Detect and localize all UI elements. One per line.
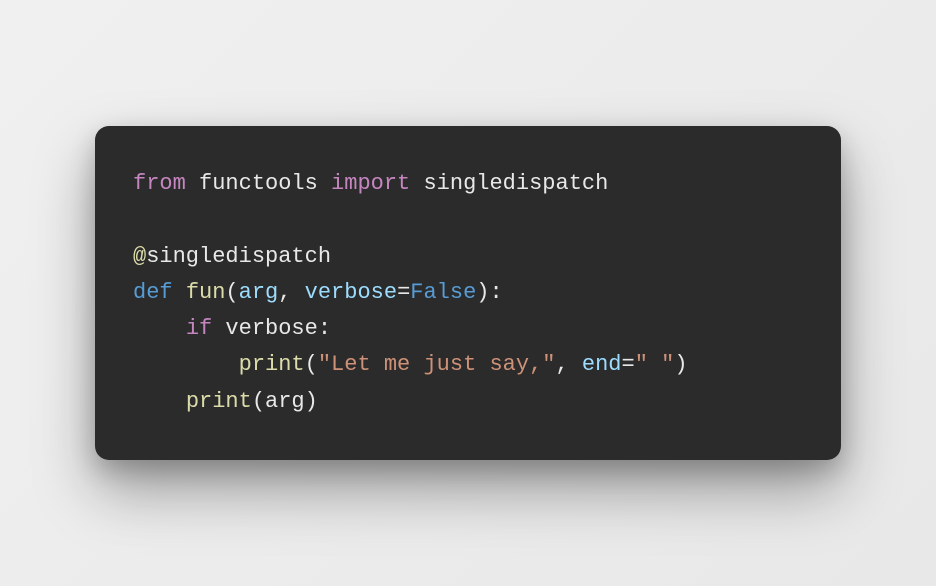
colon: :	[318, 316, 331, 341]
keyword-if: if	[186, 316, 212, 341]
paren-close: )	[674, 352, 687, 377]
keyword-def: def	[133, 280, 173, 305]
paren-close: )	[305, 389, 318, 414]
keyword-import: import	[331, 171, 410, 196]
paren-open: (	[252, 389, 265, 414]
comma: ,	[555, 352, 581, 377]
indent	[133, 352, 239, 377]
equals: =	[622, 352, 635, 377]
kwarg-end: end	[582, 352, 622, 377]
var-arg: arg	[265, 389, 305, 414]
code-content: from functools import singledispatch @si…	[133, 166, 803, 420]
code-block: from functools import singledispatch @si…	[95, 126, 841, 460]
var-verbose: verbose	[225, 316, 317, 341]
param-arg: arg	[239, 280, 279, 305]
decorator-at: @	[133, 244, 146, 269]
string-literal: " "	[635, 352, 675, 377]
paren-close: )	[476, 280, 489, 305]
colon: :	[489, 280, 502, 305]
decorator-name: singledispatch	[146, 244, 331, 269]
indent	[133, 389, 186, 414]
bool-false: False	[410, 280, 476, 305]
import-name: singledispatch	[423, 171, 608, 196]
paren-open: (	[225, 280, 238, 305]
module-name: functools	[199, 171, 318, 196]
equals: =	[397, 280, 410, 305]
builtin-print: print	[239, 352, 305, 377]
keyword-from: from	[133, 171, 186, 196]
builtin-print: print	[186, 389, 252, 414]
param-verbose: verbose	[305, 280, 397, 305]
paren-open: (	[305, 352, 318, 377]
indent	[133, 316, 186, 341]
function-name: fun	[186, 280, 226, 305]
comma: ,	[278, 280, 304, 305]
string-literal: "Let me just say,"	[318, 352, 556, 377]
